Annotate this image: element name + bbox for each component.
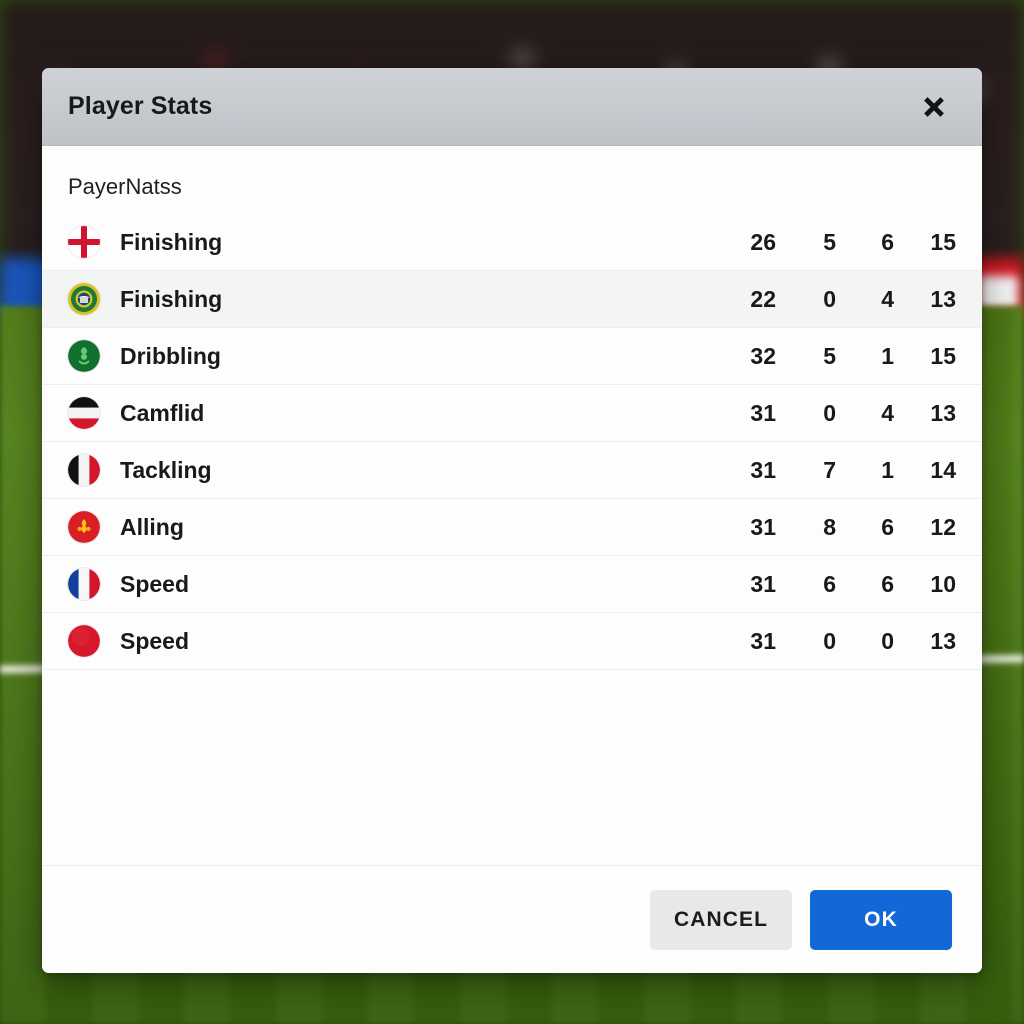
germany-flag-icon (68, 397, 100, 429)
stat-name: Camflid (120, 399, 205, 426)
stat-value-4: 12 (930, 513, 956, 540)
ok-button[interactable]: OK (810, 889, 952, 950)
stat-value-3: 6 (881, 570, 894, 597)
stat-value-4: 13 (930, 399, 956, 426)
screen: Player Stats PayerNatss Finishing 26 5 6 15 F… (0, 0, 1024, 1024)
dialog-header: Player Stats (42, 68, 982, 146)
stat-value-1: 26 (750, 228, 776, 255)
belgium-flag-icon (68, 454, 100, 486)
stat-value-1: 32 (750, 342, 776, 369)
section-label: PayerNatss (68, 174, 182, 199)
stat-value-3: 4 (881, 399, 894, 426)
cancel-button[interactable]: CANCEL (650, 889, 792, 950)
stat-value-4: 15 (930, 228, 956, 255)
dialog-title: Player Stats (68, 92, 213, 120)
table-row[interactable]: Tackling 31 7 1 14 (42, 442, 982, 499)
stat-value-3: 1 (881, 342, 894, 369)
stat-value-2: 5 (823, 342, 836, 369)
table-row[interactable]: Finishing 26 5 6 15 (42, 214, 982, 271)
stat-name: Finishing (120, 285, 223, 312)
table-row[interactable]: Camflid 31 0 4 13 (42, 385, 982, 442)
stat-value-1: 31 (750, 627, 776, 654)
table-row[interactable]: Finishing 22 0 4 13 (42, 271, 982, 328)
stat-value-2: 0 (823, 627, 836, 654)
stat-value-2: 0 (823, 285, 836, 312)
stat-value-3: 6 (881, 228, 894, 255)
close-glyph (924, 96, 944, 117)
stat-value-4: 10 (930, 570, 956, 597)
england-flag-icon (68, 226, 100, 258)
advertising-board-letter (978, 276, 1018, 310)
stat-value-2: 7 (823, 456, 836, 483)
stat-value-3: 1 (881, 456, 894, 483)
stat-value-1: 31 (750, 570, 776, 597)
stat-value-2: 8 (823, 513, 836, 540)
stat-value-2: 6 (823, 570, 836, 597)
france-flag-icon (68, 568, 100, 600)
dialog-footer: CANCEL OK (42, 865, 982, 973)
table-row[interactable]: Dribbling 32 5 1 15 (42, 328, 982, 385)
brazil-flag-icon (68, 283, 100, 315)
stat-value-3: 6 (881, 513, 894, 540)
stat-name: Speed (120, 570, 190, 597)
stat-value-1: 31 (750, 399, 776, 426)
table-row[interactable]: Speed 31 6 6 10 (42, 556, 982, 613)
stat-name: Speed (120, 627, 190, 654)
stat-list: Finishing 26 5 6 15 Finishing 22 0 4 13 Dribbling 3… (42, 214, 982, 670)
stat-value-4: 14 (930, 456, 956, 483)
player-stats-dialog: Player Stats PayerNatss Finishing 26 5 6 15 F… (42, 68, 982, 973)
stat-value-4: 13 (930, 285, 956, 312)
stat-value-1: 31 (750, 456, 776, 483)
red-circle-flag-icon (68, 625, 100, 657)
dialog-body: PayerNatss Finishing 26 5 6 15 Finishing 22 0 4 1… (42, 146, 982, 865)
stat-value-4: 15 (930, 342, 956, 369)
stat-value-3: 4 (881, 285, 894, 312)
stat-name: Alling (120, 513, 184, 540)
stat-value-3: 0 (881, 627, 894, 654)
table-row[interactable]: Alling 31 8 6 12 (42, 499, 982, 556)
stat-value-4: 13 (930, 627, 956, 654)
stat-name: Tackling (120, 456, 212, 483)
stat-value-2: 0 (823, 399, 836, 426)
stat-name: Finishing (120, 228, 223, 255)
green-crest-icon (68, 340, 100, 372)
stat-value-1: 31 (750, 513, 776, 540)
stat-name: Dribbling (120, 342, 221, 369)
stat-value-2: 5 (823, 228, 836, 255)
stat-value-1: 22 (750, 285, 776, 312)
close-icon[interactable] (912, 85, 956, 129)
red-crest-icon (68, 511, 100, 543)
table-row[interactable]: Speed 31 0 0 13 (42, 613, 982, 670)
